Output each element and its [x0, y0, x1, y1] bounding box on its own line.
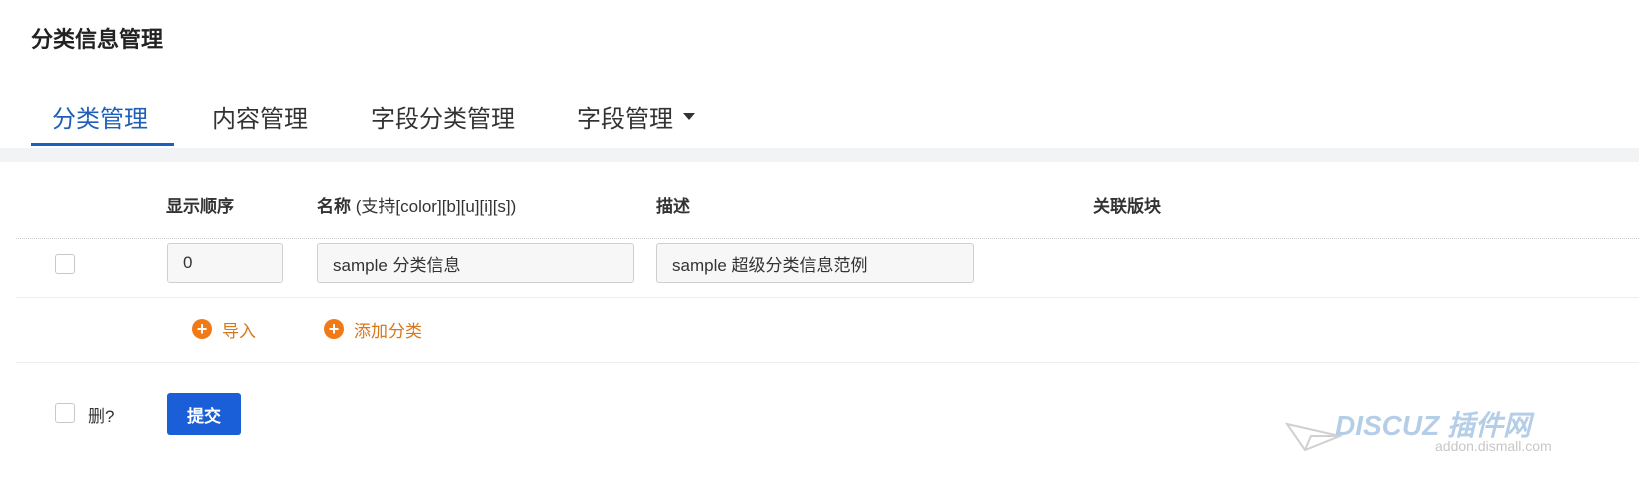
watermark-url: addon.dismall.com [1435, 438, 1552, 454]
add-category-link[interactable]: + 添加分类 [324, 316, 422, 342]
active-tab-indicator [31, 143, 174, 146]
header-panel: 分类信息管理 分类管理 内容管理 字段分类管理 字段管理 [0, 0, 1639, 148]
watermark-logo: DISCUZ 插件网 addon.dismall.com [1285, 398, 1615, 462]
import-label: 导入 [222, 321, 256, 341]
description-input[interactable] [656, 243, 974, 283]
column-header-description: 描述 [656, 197, 690, 216]
tab-field-management-label: 字段管理 [577, 106, 673, 133]
submit-button[interactable]: 提交 [167, 393, 241, 435]
plus-circle-icon: + [192, 319, 212, 339]
chevron-down-icon [683, 113, 695, 120]
row-divider [16, 297, 1639, 298]
import-link[interactable]: + 导入 [192, 316, 256, 342]
add-category-label: 添加分类 [354, 321, 422, 341]
column-header-name-hint: (支持[color][b][u][i][s]) [355, 197, 517, 216]
actions-divider [16, 362, 1639, 363]
tab-content-management[interactable]: 内容管理 [212, 92, 308, 148]
column-header-forums: 关联版块 [1093, 197, 1161, 216]
delete-label: 删? [88, 407, 115, 426]
column-header-name-label: 名称 [317, 197, 351, 216]
tab-field-management[interactable]: 字段管理 [577, 92, 695, 148]
tab-category-management[interactable]: 分类管理 [52, 92, 148, 148]
name-input[interactable] [317, 243, 634, 283]
delete-checkbox[interactable] [55, 403, 75, 423]
page-title: 分类信息管理 [31, 27, 164, 52]
order-input[interactable] [167, 243, 283, 283]
tab-bar: 分类管理 内容管理 字段分类管理 字段管理 [0, 92, 1639, 148]
row-select-checkbox[interactable] [55, 254, 75, 274]
column-header-name: 名称 (支持[color][b][u][i][s]) [317, 192, 516, 217]
header-divider [16, 238, 1639, 239]
plus-circle-icon: + [324, 319, 344, 339]
column-header-order: 显示顺序 [166, 197, 234, 216]
tab-field-category-management[interactable]: 字段分类管理 [371, 92, 515, 148]
